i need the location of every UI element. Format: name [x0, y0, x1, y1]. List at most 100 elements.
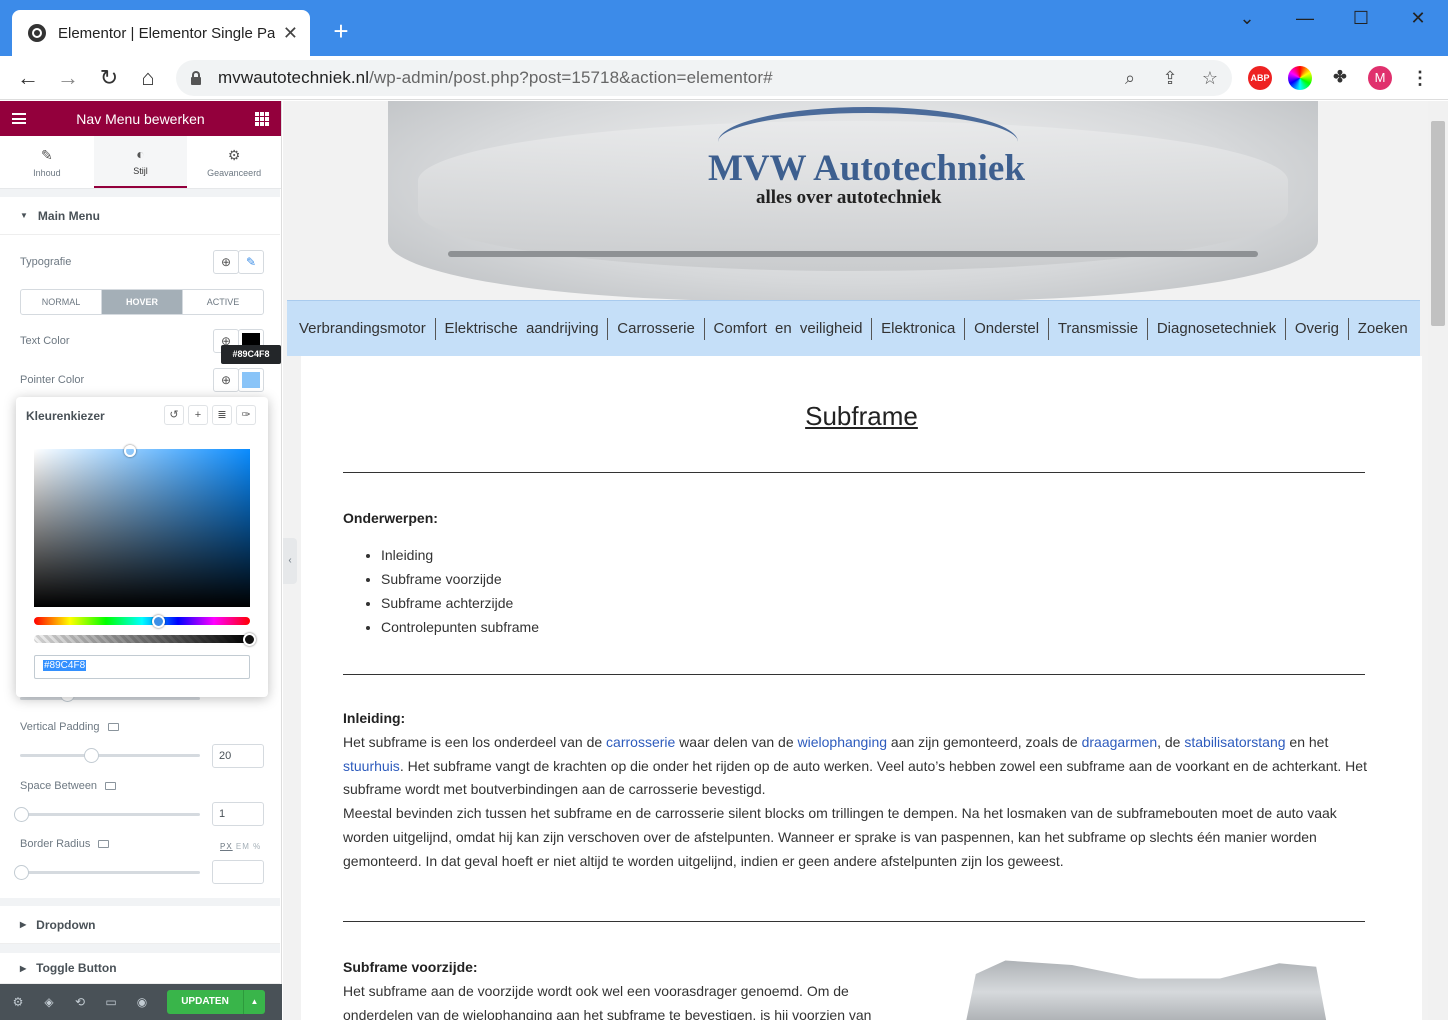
history-icon[interactable]: ⟲	[70, 992, 90, 1012]
color-picker-popup: Kleurenkiezer ↺ + ≣ ✑ #89C4F8	[16, 397, 268, 697]
menu-dots-icon[interactable]: ⋮	[1408, 66, 1432, 90]
vertical-padding-slider[interactable]	[20, 748, 200, 763]
tab-stijl[interactable]: ◐ Stijl	[93, 136, 188, 188]
tab-geavanceerd[interactable]: ⚙ Geavanceerd	[187, 136, 281, 188]
minimize-button[interactable]: —	[1290, 8, 1320, 29]
section-head-dropdown[interactable]: ▶ Dropdown	[0, 906, 280, 944]
space-between-input[interactable]: 1	[212, 802, 264, 826]
add-color-icon[interactable]: +	[188, 405, 208, 425]
sv-knob[interactable]	[124, 445, 136, 457]
page-title[interactable]: Subframe	[301, 401, 1422, 432]
nav-item-verbrandingsmotor[interactable]: Verbrandingsmotor	[299, 320, 426, 337]
settings-icon[interactable]: ⚙	[8, 992, 28, 1012]
back-arrow-icon[interactable]: ←	[14, 64, 42, 92]
update-options-caret[interactable]: ▲	[243, 990, 265, 1014]
forward-arrow-icon[interactable]: →	[54, 64, 82, 92]
vertical-padding-input[interactable]: 20	[212, 744, 264, 768]
state-active[interactable]: ACTIVE	[183, 290, 263, 314]
update-button[interactable]: UPDATEN	[167, 990, 243, 1014]
responsive-icon[interactable]: ▭	[101, 992, 121, 1012]
tab-inhoud[interactable]: ✎ Inhoud	[0, 136, 94, 188]
alpha-knob[interactable]	[243, 633, 256, 646]
border-radius-slider[interactable]	[14, 865, 200, 880]
site-nav-menu: Verbrandingsmotor Elektrische aandrijvin…	[287, 300, 1420, 356]
pointer-color-swatch[interactable]	[238, 368, 264, 392]
section-head-main-menu[interactable]: ▼ Main Menu	[0, 197, 280, 235]
slider-knob[interactable]	[14, 865, 29, 880]
hidden-slider[interactable]	[20, 687, 200, 702]
home-icon[interactable]: ⌂	[134, 64, 162, 92]
nav-item-diagnosetechniek[interactable]: Diagnosetechniek	[1157, 320, 1276, 337]
reset-icon[interactable]: ↺	[164, 405, 184, 425]
preview-eye-icon[interactable]: ◉	[132, 992, 152, 1012]
tab-search-icon[interactable]: ⌄	[1232, 8, 1262, 29]
widgets-grid-icon[interactable]	[255, 111, 269, 126]
nav-item-transmissie[interactable]: Transmissie	[1058, 320, 1138, 337]
link-wielophanging[interactable]: wielophanging	[798, 734, 888, 750]
toc-item[interactable]: Subframe achterzijde	[381, 591, 539, 615]
adblock-icon[interactable]: ABP	[1248, 66, 1272, 90]
star-icon[interactable]: ☆	[1198, 66, 1222, 90]
desktop-icon[interactable]	[105, 782, 117, 791]
site-logo-title[interactable]: MVW Autotechniek	[708, 147, 1025, 190]
zoom-icon[interactable]: ⌕	[1118, 66, 1142, 90]
front-section: Subframe voorzijde: Het subframe aan de …	[343, 959, 872, 1020]
caret-right-icon: ▶	[20, 920, 27, 929]
space-between-slider[interactable]	[14, 807, 200, 822]
nav-item-comfort[interactable]: Comfort en veiligheid	[714, 320, 863, 337]
link-stuurhuis[interactable]: stuurhuis	[343, 758, 400, 774]
alpha-slider[interactable]	[34, 635, 250, 643]
edit-pencil-icon[interactable]: ✎	[238, 250, 264, 274]
nav-item-zoeken[interactable]: Zoeken	[1358, 320, 1408, 337]
collapse-panel-handle[interactable]: ‹	[283, 538, 297, 584]
toc-item[interactable]: Controlepunten subframe	[381, 615, 539, 639]
puzzle-icon[interactable]: ✤	[1328, 66, 1352, 90]
nav-item-overig[interactable]: Overig	[1295, 320, 1339, 337]
slider-knob[interactable]	[14, 807, 29, 822]
desktop-icon[interactable]	[98, 840, 110, 849]
globe-icon[interactable]: ⊕	[213, 250, 239, 274]
share-icon[interactable]: ⇪	[1158, 66, 1182, 90]
hue-slider[interactable]	[34, 617, 250, 625]
nav-item-onderstel[interactable]: Onderstel	[974, 320, 1039, 337]
saturation-value-area[interactable]	[34, 449, 250, 607]
nav-separator	[703, 317, 705, 340]
nav-item-elektronica[interactable]: Elektronica	[881, 320, 955, 337]
section-head-toggle-button[interactable]: ▶ Toggle Button	[0, 953, 280, 984]
link-draagarmen[interactable]: draagarmen	[1082, 734, 1158, 750]
link-carrosserie[interactable]: carrosserie	[606, 734, 675, 750]
address-bar[interactable]: mvwautotechniek.nl/wp-admin/post.php?pos…	[176, 60, 1232, 96]
url-text: mvwautotechniek.nl/wp-admin/post.php?pos…	[218, 68, 773, 87]
layers-icon[interactable]: ◈	[39, 992, 59, 1012]
preview-scrollbar[interactable]	[1428, 101, 1448, 1020]
hex-input[interactable]: #89C4F8	[34, 655, 250, 679]
colorpicker-ext-icon[interactable]	[1288, 66, 1312, 90]
maximize-button[interactable]: ☐	[1346, 8, 1376, 29]
globe-icon[interactable]: ⊕	[213, 368, 239, 392]
close-window-button[interactable]: ✕	[1403, 8, 1433, 29]
new-tab-button[interactable]: +	[326, 16, 356, 46]
state-normal[interactable]: NORMAL	[21, 290, 102, 314]
state-hover[interactable]: HOVER	[102, 290, 183, 314]
hamburger-icon[interactable]	[12, 113, 26, 124]
unit-switcher[interactable]: PX EM %	[220, 842, 261, 851]
close-tab-icon[interactable]: ✕	[283, 23, 298, 44]
toc-item[interactable]: Inleiding	[381, 543, 539, 567]
link-stabilisatorstang[interactable]: stabilisatorstang	[1184, 734, 1285, 750]
browser-tab[interactable]: Elementor | Elementor Single Pag ✕	[12, 10, 310, 56]
front-heading: Subframe voorzijde:	[343, 959, 478, 975]
slider-knob[interactable]	[84, 748, 99, 763]
lock-icon[interactable]	[190, 71, 202, 85]
eyedropper-icon[interactable]: ✑	[236, 405, 256, 425]
nav-item-elektrische-aandrijving[interactable]: Elektrische aandrijving	[444, 320, 598, 337]
toc-heading: Onderwerpen:	[343, 510, 438, 526]
hue-knob[interactable]	[152, 615, 165, 628]
global-colors-icon[interactable]: ≣	[212, 405, 232, 425]
reload-icon[interactable]: ↻	[95, 64, 123, 92]
border-radius-input[interactable]	[212, 860, 264, 884]
toc-item[interactable]: Subframe voorzijde	[381, 567, 539, 591]
desktop-icon[interactable]	[107, 723, 119, 732]
profile-avatar[interactable]: M	[1368, 66, 1392, 90]
scrollbar-thumb[interactable]	[1431, 121, 1445, 326]
nav-item-carrosserie[interactable]: Carrosserie	[617, 320, 695, 337]
